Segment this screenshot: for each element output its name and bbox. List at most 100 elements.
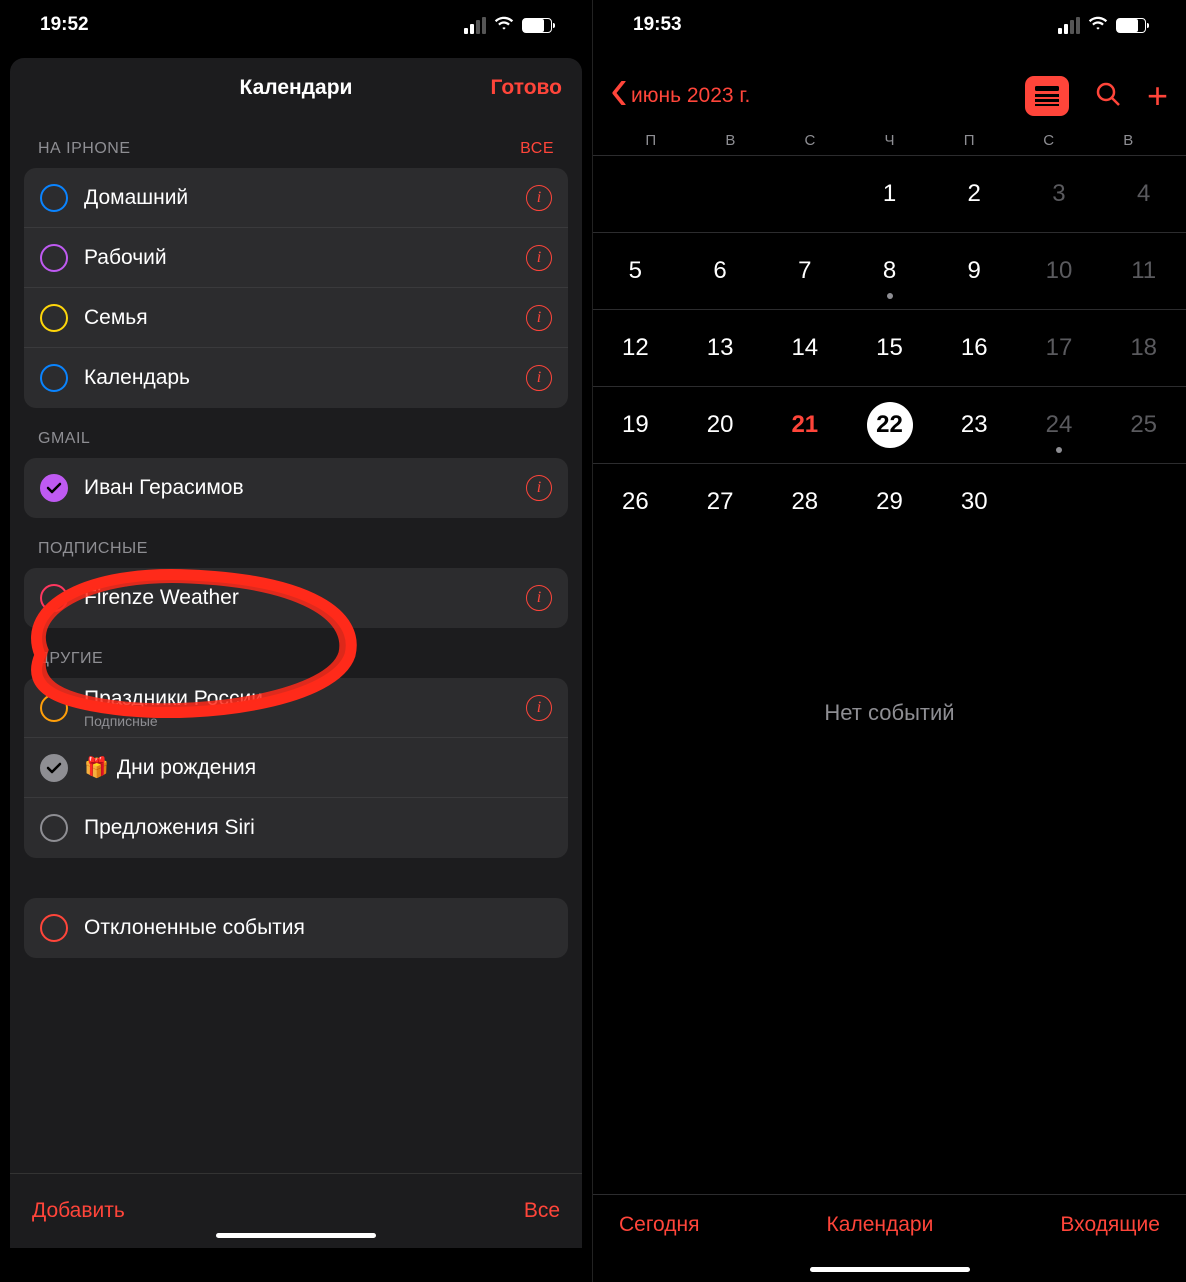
no-events-label: Нет событий bbox=[824, 700, 954, 726]
weekday-label: С bbox=[770, 132, 850, 149]
calendar-day[interactable]: 17 bbox=[1017, 310, 1102, 386]
calendar-checkbox[interactable] bbox=[40, 754, 68, 782]
calendar-subtitle: Подписные bbox=[84, 713, 526, 729]
day-number: 14 bbox=[782, 325, 828, 371]
info-button[interactable]: i bbox=[526, 185, 552, 211]
calendar-checkbox[interactable] bbox=[40, 584, 68, 612]
calendar-group-iphone: ДомашнийiРабочийiСемьяiКалендарьi bbox=[24, 168, 568, 408]
calendar-day[interactable]: 1 bbox=[847, 156, 932, 232]
day-number: 11 bbox=[1121, 248, 1167, 294]
calendar-row[interactable]: Отклоненные события bbox=[24, 898, 568, 958]
calendar-day[interactable]: 18 bbox=[1101, 310, 1186, 386]
calendar-checkbox[interactable] bbox=[40, 814, 68, 842]
calendar-day[interactable]: 26 bbox=[593, 464, 678, 540]
day-number: 18 bbox=[1121, 325, 1167, 371]
today-button[interactable]: Сегодня bbox=[619, 1213, 699, 1237]
calendar-day[interactable]: 4 bbox=[1101, 156, 1186, 232]
calendar-toolbar: июнь 2023 г. + ПВСЧПСВ bbox=[593, 50, 1186, 149]
calendar-day[interactable]: 8 bbox=[847, 233, 932, 309]
add-event-button[interactable]: + bbox=[1147, 78, 1168, 114]
calendar-day[interactable]: 2 bbox=[932, 156, 1017, 232]
day-number: 23 bbox=[951, 402, 997, 448]
info-button[interactable]: i bbox=[526, 245, 552, 271]
day-number: 19 bbox=[612, 402, 658, 448]
calendars-button[interactable]: Календари bbox=[827, 1213, 934, 1237]
calendar-checkbox[interactable] bbox=[40, 244, 68, 272]
info-button[interactable]: i bbox=[526, 585, 552, 611]
calendar-row[interactable]: Праздники РоссииПодписныеi bbox=[24, 678, 568, 738]
calendar-row[interactable]: Семьяi bbox=[24, 288, 568, 348]
calendar-day[interactable]: 25 bbox=[1101, 387, 1186, 463]
info-button[interactable]: i bbox=[526, 305, 552, 331]
calendar-day[interactable]: 10 bbox=[1017, 233, 1102, 309]
calendar-day[interactable]: 15 bbox=[847, 310, 932, 386]
calendar-day[interactable]: 24 bbox=[1017, 387, 1102, 463]
calendar-checkbox[interactable] bbox=[40, 914, 68, 942]
calendar-day[interactable]: 6 bbox=[678, 233, 763, 309]
calendar-row[interactable]: 🎁Дни рождения bbox=[24, 738, 568, 798]
calendar-grid: 1234567891011121314151617181920212223242… bbox=[593, 155, 1186, 540]
calendar-row[interactable]: Рабочийi bbox=[24, 228, 568, 288]
info-button[interactable]: i bbox=[526, 475, 552, 501]
calendar-day[interactable]: 11 bbox=[1101, 233, 1186, 309]
cellular-icon bbox=[464, 17, 486, 34]
calendar-day[interactable]: 22 bbox=[847, 387, 932, 463]
day-number: 15 bbox=[867, 325, 913, 371]
calendar-day[interactable]: 3 bbox=[1017, 156, 1102, 232]
calendar-day[interactable]: 21 bbox=[762, 387, 847, 463]
calendar-day[interactable]: 12 bbox=[593, 310, 678, 386]
search-button[interactable] bbox=[1095, 81, 1121, 112]
calendar-day[interactable]: 16 bbox=[932, 310, 1017, 386]
section-label: ПОДПИСНЫЕ bbox=[38, 540, 148, 558]
day-number: 17 bbox=[1036, 325, 1082, 371]
calendar-day[interactable]: 23 bbox=[932, 387, 1017, 463]
select-all-iphone[interactable]: ВСЕ bbox=[520, 140, 554, 158]
calendar-row[interactable]: Иван Герасимовi bbox=[24, 458, 568, 518]
section-label: ДРУГИЕ bbox=[38, 650, 103, 668]
calendar-day[interactable]: 19 bbox=[593, 387, 678, 463]
day-number: 25 bbox=[1121, 402, 1167, 448]
add-calendar-button[interactable]: Добавить bbox=[32, 1199, 125, 1223]
calendar-checkbox[interactable] bbox=[40, 694, 68, 722]
show-all-button[interactable]: Все bbox=[524, 1199, 560, 1223]
inbox-button[interactable]: Входящие bbox=[1060, 1213, 1160, 1237]
done-button[interactable]: Готово bbox=[491, 76, 562, 100]
calendar-day[interactable]: 27 bbox=[678, 464, 763, 540]
weekday-label: С bbox=[1009, 132, 1089, 149]
home-indicator[interactable] bbox=[216, 1233, 376, 1238]
info-button[interactable]: i bbox=[526, 695, 552, 721]
calendar-row[interactable]: Firenze Weatheri bbox=[24, 568, 568, 628]
calendar-day[interactable]: 13 bbox=[678, 310, 763, 386]
calendar-checkbox[interactable] bbox=[40, 184, 68, 212]
calendar-day[interactable]: 5 bbox=[593, 233, 678, 309]
calendar-name: Календарь bbox=[84, 366, 526, 390]
calendar-checkbox[interactable] bbox=[40, 474, 68, 502]
day-number: 30 bbox=[951, 479, 997, 525]
calendar-row[interactable]: Календарьi bbox=[24, 348, 568, 408]
calendar-day[interactable]: 9 bbox=[932, 233, 1017, 309]
day-number: 29 bbox=[867, 479, 913, 525]
calendar-row[interactable]: Предложения Siri bbox=[24, 798, 568, 858]
calendar-checkbox[interactable] bbox=[40, 364, 68, 392]
list-view-toggle[interactable] bbox=[1025, 76, 1069, 116]
day-number: 3 bbox=[1036, 171, 1082, 217]
calendar-day[interactable]: 29 bbox=[847, 464, 932, 540]
calendar-day[interactable]: 30 bbox=[932, 464, 1017, 540]
calendar-day[interactable]: 14 bbox=[762, 310, 847, 386]
day-number: 6 bbox=[697, 248, 743, 294]
back-to-year-button[interactable]: июнь 2023 г. bbox=[611, 81, 750, 111]
day-number: 8 bbox=[867, 248, 913, 294]
wifi-icon bbox=[494, 13, 514, 38]
day-number: 20 bbox=[697, 402, 743, 448]
status-icons bbox=[464, 13, 552, 38]
day-number: 13 bbox=[697, 325, 743, 371]
calendar-day[interactable]: 20 bbox=[678, 387, 763, 463]
calendar-day[interactable]: 28 bbox=[762, 464, 847, 540]
calendar-day[interactable]: 7 bbox=[762, 233, 847, 309]
calendar-row[interactable]: Домашнийi bbox=[24, 168, 568, 228]
calendar-group-gmail: Иван Герасимовi bbox=[24, 458, 568, 518]
calendar-group-subscribed: Firenze Weatheri bbox=[24, 568, 568, 628]
home-indicator[interactable] bbox=[810, 1267, 970, 1272]
info-button[interactable]: i bbox=[526, 365, 552, 391]
calendar-checkbox[interactable] bbox=[40, 304, 68, 332]
